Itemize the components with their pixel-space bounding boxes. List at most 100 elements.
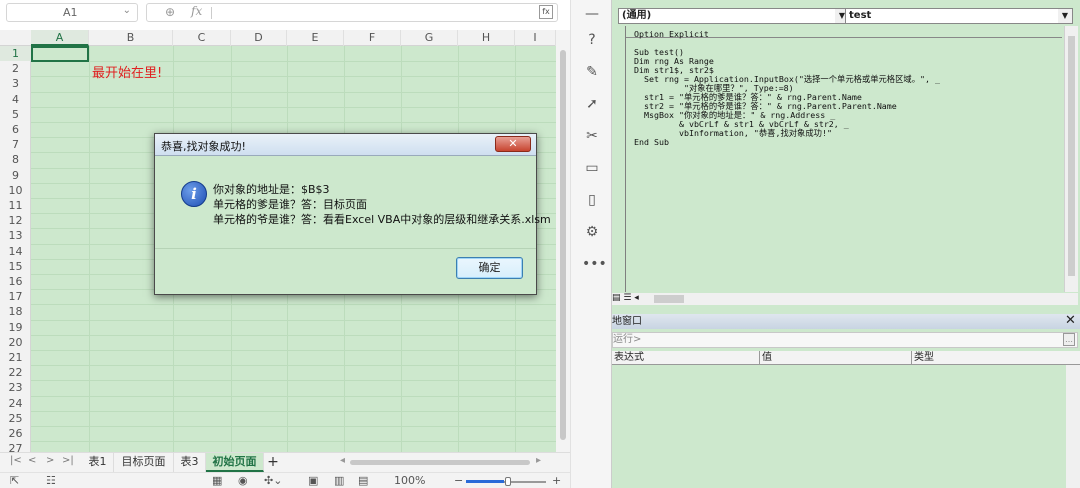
- cell-b2[interactable]: 最开始在里!: [92, 62, 162, 81]
- row-header-15[interactable]: 15: [0, 259, 31, 274]
- first-sheet-icon[interactable]: |<: [10, 455, 22, 466]
- scroll-thumb[interactable]: [560, 50, 566, 440]
- next-sheet-icon[interactable]: >: [46, 455, 54, 466]
- locals-list[interactable]: [612, 365, 1080, 488]
- column-expression[interactable]: 表达式: [612, 351, 760, 365]
- column-type[interactable]: 类型: [912, 351, 1078, 365]
- book-icon[interactable]: ▯: [582, 190, 602, 210]
- gridline: [31, 91, 556, 93]
- row-header-18[interactable]: 18: [0, 304, 31, 319]
- scroll-thumb[interactable]: [654, 295, 684, 303]
- minimize-icon[interactable]: —: [582, 4, 602, 24]
- last-sheet-icon[interactable]: >|: [62, 455, 74, 466]
- row-header-10[interactable]: 10: [0, 183, 31, 198]
- column-header-d[interactable]: D: [231, 30, 287, 46]
- row-header-3[interactable]: 3: [0, 76, 31, 91]
- hscroll-right-icon[interactable]: ▸: [536, 455, 541, 466]
- more-icon[interactable]: •••: [582, 254, 607, 274]
- tab-target-page[interactable]: 目标页面: [114, 453, 174, 472]
- row-header-24[interactable]: 24: [0, 396, 31, 411]
- name-box[interactable]: A1 ⌄: [6, 3, 138, 22]
- page-break-icon[interactable]: ▤: [358, 474, 368, 487]
- edit-icon[interactable]: ✎: [582, 62, 602, 82]
- selected-cell-a1[interactable]: [31, 46, 89, 62]
- eye-icon[interactable]: ◉: [238, 474, 248, 487]
- horizontal-scroll-thumb[interactable]: [350, 460, 530, 465]
- row-header-4[interactable]: 4: [0, 92, 31, 107]
- scroll-thumb[interactable]: [1068, 36, 1075, 276]
- column-header-f[interactable]: F: [344, 30, 401, 46]
- column-header-g[interactable]: G: [401, 30, 458, 46]
- code-vertical-scrollbar[interactable]: [1064, 26, 1078, 292]
- column-header-i[interactable]: I: [515, 30, 556, 46]
- zoom-slider-knob[interactable]: [505, 477, 511, 486]
- row-header-9[interactable]: 9: [0, 168, 31, 183]
- table-view-icon[interactable]: ▦: [212, 474, 222, 487]
- accessibility-icon[interactable]: ☷: [46, 474, 56, 487]
- view-toggle-icons[interactable]: ▤ ☰ ◂: [612, 293, 652, 305]
- row-header-8[interactable]: 8: [0, 152, 31, 167]
- tab-sheet3[interactable]: 表3: [174, 453, 206, 472]
- cross-hair-icon[interactable]: ✣⌄: [264, 474, 282, 487]
- code-line[interactable]: End Sub: [634, 138, 669, 147]
- row-header-17[interactable]: 17: [0, 289, 31, 304]
- tools-icon[interactable]: ✂: [582, 126, 602, 146]
- close-icon[interactable]: ✕: [1065, 314, 1076, 327]
- expand-formula-icon[interactable]: fx: [539, 5, 553, 19]
- row-header-14[interactable]: 14: [0, 244, 31, 259]
- locals-context-box[interactable]: 运行> …: [612, 332, 1078, 348]
- column-header-b[interactable]: B: [89, 30, 173, 46]
- column-header-h[interactable]: H: [458, 30, 515, 46]
- zoom-in-icon[interactable]: +: [552, 474, 561, 487]
- zoom-level[interactable]: 100%: [394, 474, 425, 487]
- row-header-25[interactable]: 25: [0, 411, 31, 426]
- column-value[interactable]: 值: [760, 351, 912, 365]
- formula-bar[interactable]: ⊕ fx fx: [146, 3, 558, 22]
- add-sheet-button[interactable]: +: [264, 453, 282, 472]
- row-header-16[interactable]: 16: [0, 274, 31, 289]
- row-header-22[interactable]: 22: [0, 365, 31, 380]
- normal-view-icon[interactable]: ▣: [308, 474, 318, 487]
- vertical-scrollbar[interactable]: [556, 30, 570, 454]
- row-header-26[interactable]: 26: [0, 426, 31, 441]
- tab-initial-page[interactable]: 初始页面: [206, 453, 264, 472]
- row-header-23[interactable]: 23: [0, 380, 31, 395]
- chevron-down-icon[interactable]: ⌄: [123, 5, 131, 16]
- row-header-12[interactable]: 12: [0, 213, 31, 228]
- close-button[interactable]: ✕: [495, 136, 531, 152]
- row-header-5[interactable]: 5: [0, 107, 31, 122]
- row-header-1[interactable]: 1: [0, 46, 31, 62]
- row-header-21[interactable]: 21: [0, 350, 31, 365]
- column-header-c[interactable]: C: [173, 30, 231, 46]
- locals-scrollbar[interactable]: [1066, 365, 1080, 488]
- tab-sheet1[interactable]: 表1: [82, 453, 114, 472]
- ok-button[interactable]: 确定: [456, 257, 523, 279]
- code-line[interactable]: Option Explicit: [634, 30, 709, 39]
- row-header-13[interactable]: 13: [0, 228, 31, 243]
- hscroll-left-icon[interactable]: ◂: [340, 455, 345, 466]
- settings-icon[interactable]: ⚙: [582, 222, 602, 242]
- comment-icon[interactable]: ▭: [582, 158, 602, 178]
- message-line-grandparent: 单元格的爷是谁？答：看看Excel VBA中对象的层级和继承关系.xlsm: [213, 213, 551, 226]
- procedure-dropdown[interactable]: test ▼: [845, 8, 1073, 24]
- code-horizontal-scrollbar[interactable]: [652, 293, 1078, 305]
- page-layout-icon[interactable]: ▥: [334, 474, 344, 487]
- zoom-icon[interactable]: ⊕: [165, 5, 175, 19]
- column-header-a[interactable]: A: [31, 30, 89, 46]
- row-header-2[interactable]: 2: [0, 61, 31, 76]
- row-header-19[interactable]: 19: [0, 320, 31, 335]
- object-dropdown[interactable]: (通用) ▼: [618, 8, 850, 24]
- row-header-11[interactable]: 11: [0, 198, 31, 213]
- row-header-20[interactable]: 20: [0, 335, 31, 350]
- chevron-down-icon[interactable]: ▼: [1058, 9, 1072, 23]
- ellipsis-button[interactable]: …: [1063, 333, 1075, 346]
- row-header-6[interactable]: 6: [0, 122, 31, 137]
- pointer-icon[interactable]: ➚: [582, 94, 602, 114]
- macro-record-icon[interactable]: ⇱: [10, 474, 19, 487]
- row-header-7[interactable]: 7: [0, 137, 31, 152]
- column-header-e[interactable]: E: [287, 30, 344, 46]
- fx-icon[interactable]: fx: [191, 4, 202, 18]
- zoom-out-icon[interactable]: −: [454, 474, 463, 487]
- prev-sheet-icon[interactable]: <: [28, 455, 36, 466]
- help-icon[interactable]: ?: [582, 30, 602, 50]
